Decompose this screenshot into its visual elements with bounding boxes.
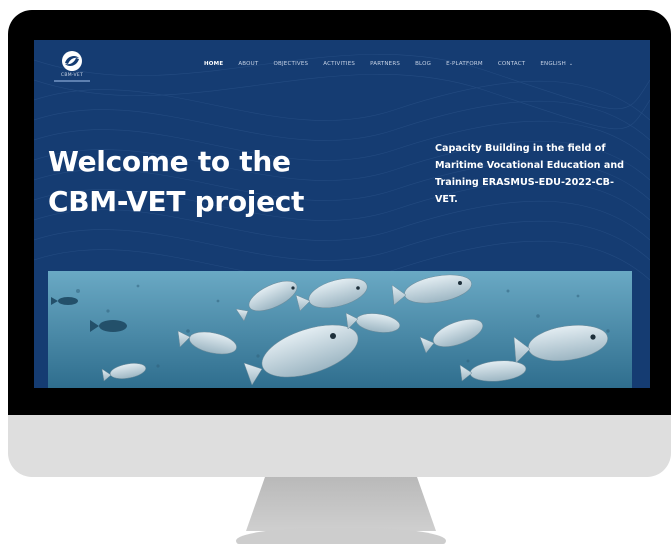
monitor-stand-base bbox=[236, 528, 446, 544]
hero-title-line-2: CBM-VET project bbox=[48, 185, 305, 218]
hero-title: Welcome to the CBM-VET project bbox=[48, 142, 378, 222]
nav-item-home[interactable]: HOME bbox=[204, 61, 223, 67]
nav-item-activities[interactable]: ACTIVITIES bbox=[323, 61, 355, 67]
hero-description: Capacity Building in the field of Mariti… bbox=[435, 143, 625, 205]
monitor-stand bbox=[246, 477, 436, 531]
website-screen: CBM-VET HOME ABOUT OBJECTIVES ACTIVITIES… bbox=[34, 40, 650, 388]
monitor-mockup: CBM-VET HOME ABOUT OBJECTIVES ACTIVITIES… bbox=[0, 0, 671, 544]
site-logo[interactable]: CBM-VET bbox=[52, 50, 92, 86]
nav-item-e-platform[interactable]: E-PLATFORM bbox=[446, 61, 483, 67]
hero-title-line-1: Welcome to the bbox=[48, 145, 291, 178]
chevron-down-icon: ⌄ bbox=[568, 61, 574, 67]
language-label: ENGLISH bbox=[540, 61, 566, 67]
nav-item-contact[interactable]: CONTACT bbox=[498, 61, 525, 67]
nav-item-blog[interactable]: BLOG bbox=[415, 61, 431, 67]
monitor-chin bbox=[8, 415, 671, 477]
nav-item-objectives[interactable]: OBJECTIVES bbox=[273, 61, 308, 67]
logo-underline bbox=[54, 80, 90, 82]
main-nav: HOME ABOUT OBJECTIVES ACTIVITIES PARTNER… bbox=[204, 61, 588, 67]
nav-item-partners[interactable]: PARTNERS bbox=[370, 61, 400, 67]
nav-item-about[interactable]: ABOUT bbox=[238, 61, 258, 67]
hero-fish-image bbox=[48, 271, 632, 388]
language-selector[interactable]: ENGLISH ⌄ bbox=[540, 61, 573, 67]
swirl-logo-icon bbox=[62, 51, 82, 71]
logo-text: CBM-VET bbox=[60, 73, 84, 78]
